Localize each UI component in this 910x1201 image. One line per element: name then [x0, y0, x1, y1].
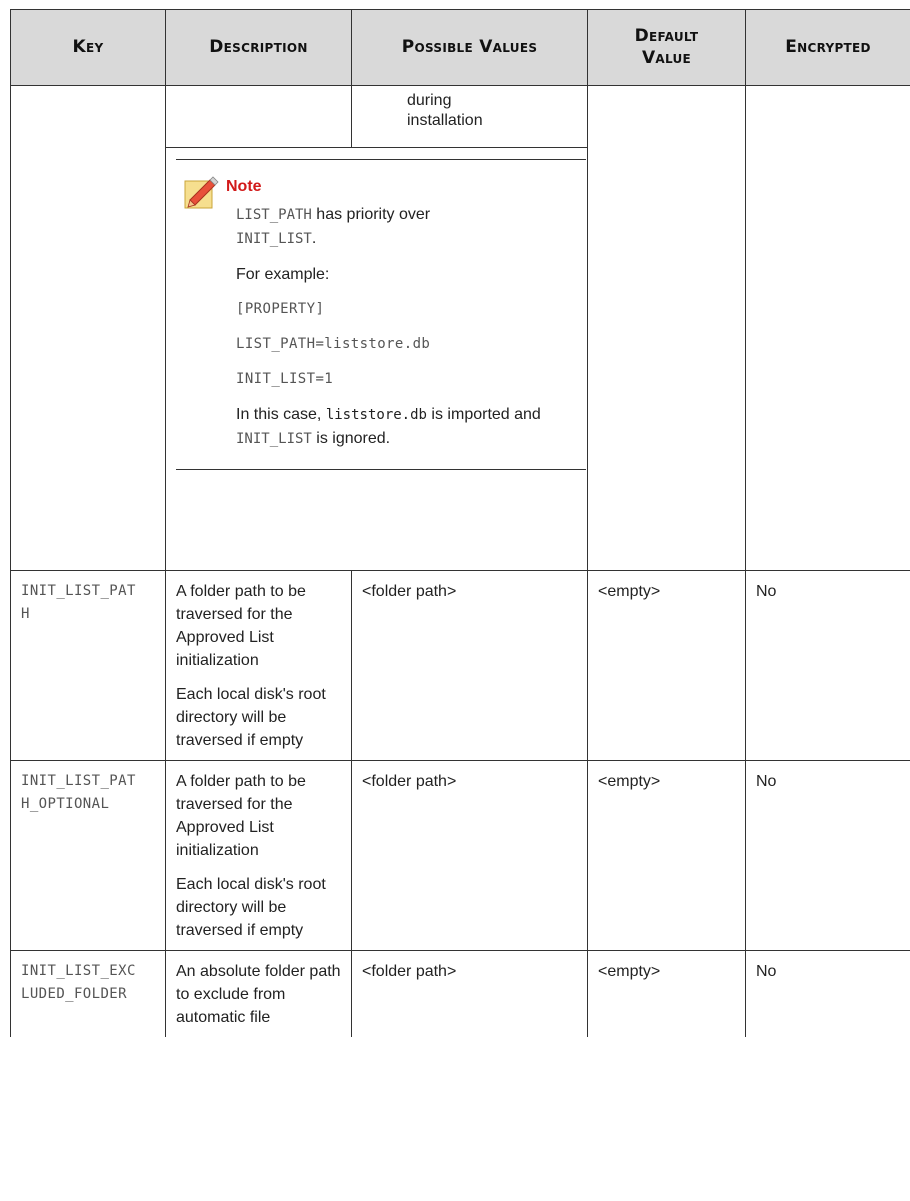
- parameters-table: Key Description Possible Values Default …: [10, 9, 910, 1037]
- note-text-period: .: [311, 230, 317, 247]
- encrypted-cell: No: [745, 760, 910, 951]
- possible-values-text: <folder path>: [362, 963, 457, 980]
- note-pencil-icon: [184, 176, 219, 209]
- possible-values-text: <folder path>: [362, 773, 457, 790]
- header-default-line2: Value: [641, 47, 692, 68]
- possible-values-cell: <folder path>: [351, 570, 588, 761]
- possible-values-cell: <folder path>: [351, 950, 588, 1037]
- note-title: Note: [226, 178, 262, 195]
- document-page: Key Description Possible Values Default …: [0, 0, 910, 1201]
- description-text: A folder path to be traversed for the Ap…: [176, 583, 306, 669]
- description-cell: A folder path to be traversed for the Ap…: [165, 570, 352, 761]
- table-row: INIT_LIST_PATH A folder path to be trave…: [10, 570, 910, 761]
- default-value-cell: <empty>: [587, 570, 746, 761]
- description-text: Each local disk's root directory will be…: [176, 876, 326, 939]
- key-init-list-excluded-folder: INIT_LIST_EXCLUDED_FOLDER: [21, 963, 136, 1002]
- encrypted-cell: No: [745, 570, 910, 761]
- cont-possible-line1: during: [407, 92, 452, 109]
- key-cell: INIT_LIST_PATH_OPTIONAL: [10, 760, 166, 951]
- key-cell: INIT_LIST_PATH: [10, 570, 166, 761]
- cont-possible-line2: installation: [407, 112, 483, 129]
- note-code-list-path: LIST_PATH: [236, 207, 312, 223]
- note-code-line-init-list: INIT_LIST=1: [236, 371, 334, 387]
- possible-values-text: <folder path>: [362, 583, 457, 600]
- header-default-line1: Default: [634, 26, 699, 47]
- encrypted-text: No: [756, 773, 777, 790]
- note-text-has-priority: has priority over: [311, 206, 431, 223]
- header-description: Description: [165, 9, 352, 86]
- default-value-text: <empty>: [598, 963, 661, 980]
- note-bottom-rule: [176, 469, 586, 470]
- note-cell: Note LIST_PATH has priority over INIT_LI…: [165, 147, 588, 571]
- header-key: Key: [10, 9, 166, 86]
- default-value-cell: <empty>: [587, 760, 746, 951]
- cont-key-cell: [10, 85, 166, 571]
- description-cell: A folder path to be traversed for the Ap…: [165, 760, 352, 951]
- description-text: Each local disk's root directory will be…: [176, 686, 326, 749]
- cont-default-cell: [587, 85, 746, 571]
- table-row: INIT_LIST_EXCLUDED_FOLDER An absolute fo…: [10, 950, 910, 1037]
- note-code-init-list: INIT_LIST: [236, 231, 312, 247]
- note-paragraph-case: In this case, liststore.db is imported a…: [236, 403, 577, 451]
- default-value-text: <empty>: [598, 773, 661, 790]
- cont-encrypted-cell: [745, 85, 910, 571]
- note-paragraph-example: For example:: [236, 266, 330, 283]
- note-code-liststore: liststore.db: [325, 407, 427, 423]
- note-text-is-imported: is imported and: [426, 406, 541, 423]
- note-text-is-ignored: is ignored.: [311, 430, 391, 447]
- encrypted-text: No: [756, 583, 777, 600]
- key-cell: INIT_LIST_EXCLUDED_FOLDER: [10, 950, 166, 1037]
- header-default-value: Default Value: [587, 9, 746, 86]
- possible-values-cell: <folder path>: [351, 760, 588, 951]
- note-box: Note LIST_PATH has priority over INIT_LI…: [176, 160, 577, 469]
- description-text: An absolute folder path to exclude from …: [176, 963, 341, 1026]
- encrypted-text: No: [756, 963, 777, 980]
- key-init-list-path: INIT_LIST_PATH: [21, 583, 136, 622]
- key-init-list-path-optional: INIT_LIST_PATH_OPTIONAL: [21, 773, 136, 812]
- cont-possible-cell: during installation: [351, 85, 588, 148]
- encrypted-cell: No: [745, 950, 910, 1037]
- note-code-line-property: [PROPERTY]: [236, 301, 325, 317]
- default-value-cell: <empty>: [587, 950, 746, 1037]
- header-possible-values: Possible Values: [351, 9, 588, 86]
- note-content: LIST_PATH has priority over INIT_LIST. F…: [236, 203, 577, 451]
- table-row-continuation: during installation: [10, 85, 910, 571]
- note-code-init-list-2: INIT_LIST: [236, 431, 312, 447]
- description-cell: An absolute folder path to exclude from …: [165, 950, 352, 1037]
- note-text-in-this-case: In this case,: [236, 406, 326, 423]
- cont-desc-cell: [165, 85, 352, 148]
- table-header-row: Key Description Possible Values Default …: [10, 9, 910, 86]
- header-encrypted: Encrypted: [745, 9, 910, 86]
- table-row: INIT_LIST_PATH_OPTIONAL A folder path to…: [10, 760, 910, 951]
- default-value-text: <empty>: [598, 583, 661, 600]
- note-code-line-list-path: LIST_PATH=liststore.db: [236, 336, 431, 352]
- description-text: A folder path to be traversed for the Ap…: [176, 773, 306, 859]
- note-paragraph-priority: LIST_PATH has priority over INIT_LIST.: [236, 203, 577, 251]
